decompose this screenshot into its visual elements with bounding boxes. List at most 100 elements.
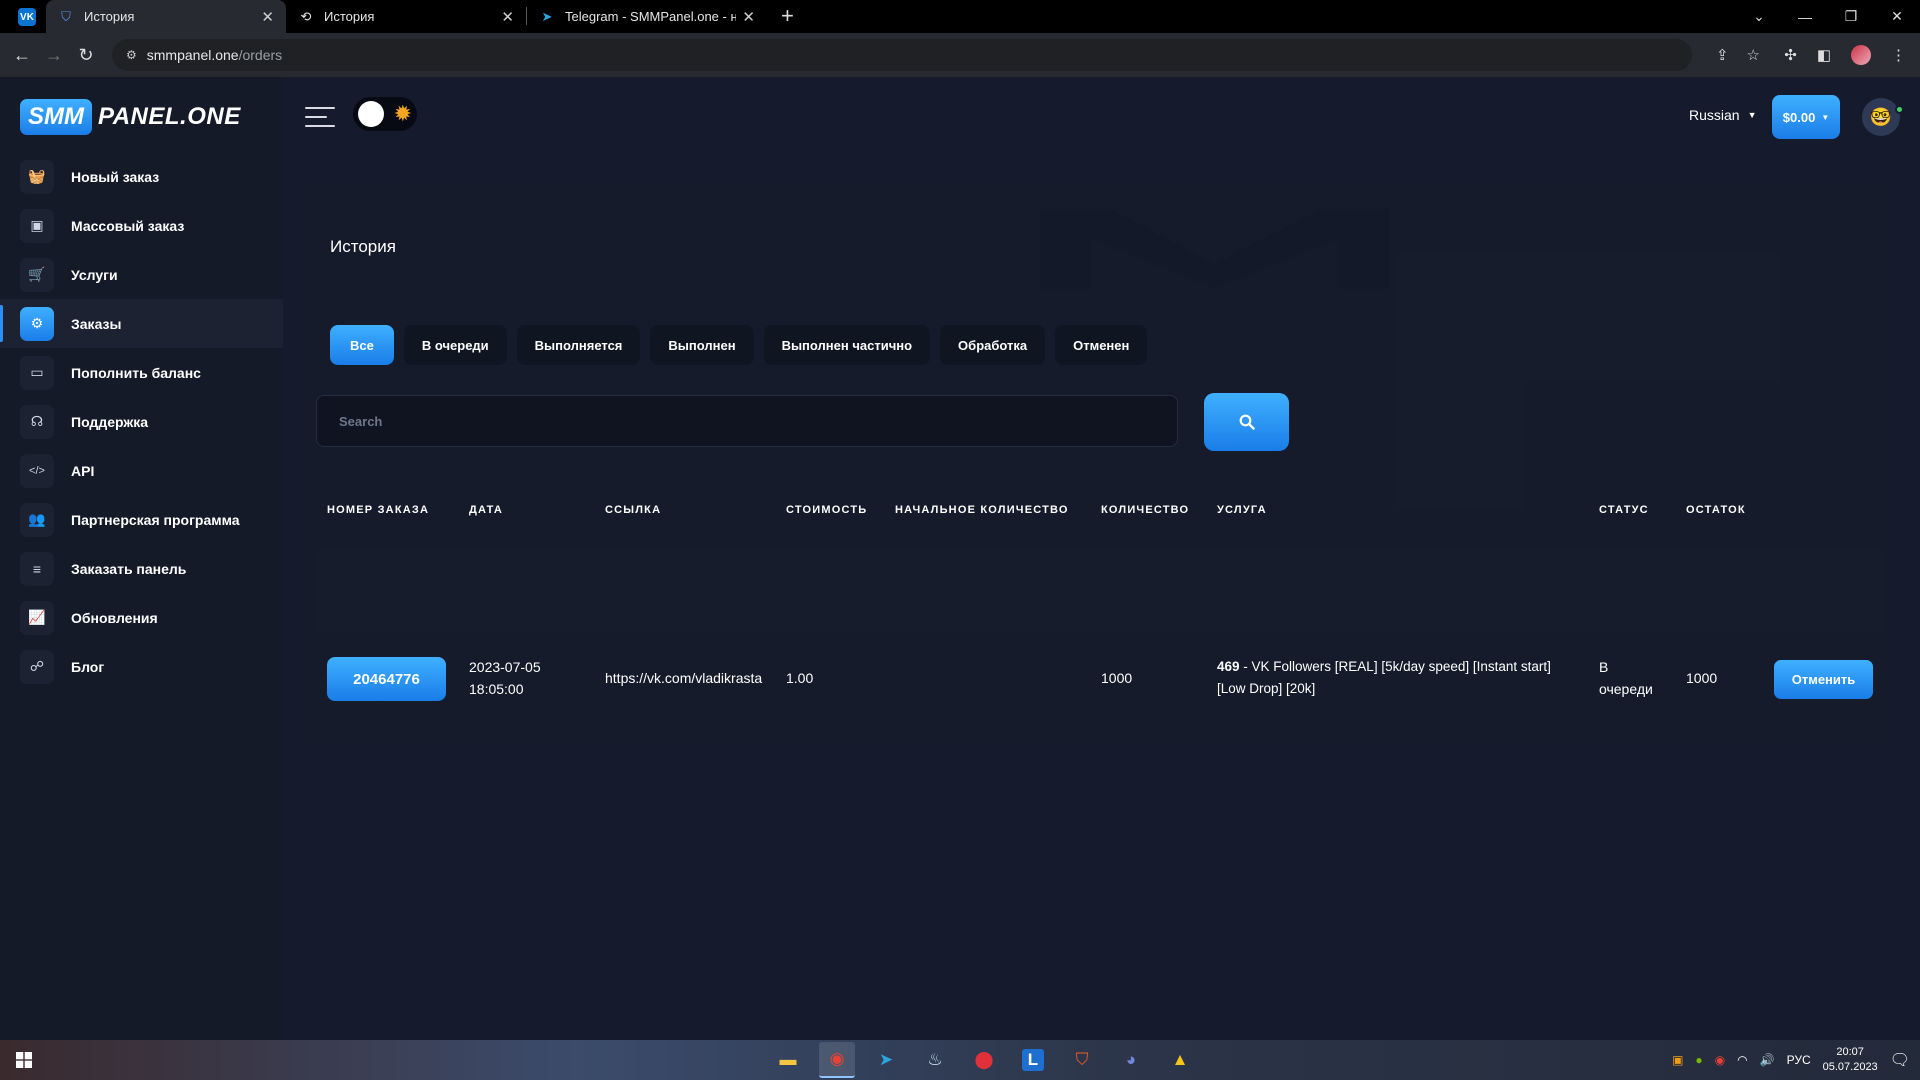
headset-icon: ☊: [20, 404, 54, 439]
windows-start-icon[interactable]: [0, 1052, 48, 1068]
filter-in-progress[interactable]: Выполняется: [516, 325, 641, 365]
bookmark-star-icon[interactable]: ☆: [1747, 46, 1760, 64]
order-status-line-1: В: [1599, 659, 1609, 675]
tray-nvidia-icon[interactable]: ●: [1695, 1053, 1702, 1067]
side-panel-icon[interactable]: ◧: [1817, 46, 1831, 64]
sidebar-item-label: Заказать панель: [71, 560, 187, 577]
page-title: История: [330, 237, 396, 256]
database-icon: ≡: [20, 551, 54, 586]
vk-icon[interactable]: VK: [18, 8, 36, 26]
tab-search-icon[interactable]: ⌄: [1736, 8, 1782, 25]
logo[interactable]: SMM PANEL.ONE: [20, 97, 241, 137]
volume-icon[interactable]: 🔊: [1760, 1053, 1775, 1067]
sidebar-item-orders[interactable]: ⚙ Заказы: [0, 299, 283, 348]
filter-completed[interactable]: Выполнен: [650, 325, 754, 365]
extensions-icon[interactable]: ✣: [1784, 46, 1797, 64]
service-name: - VK Followers [REAL] [5k/day speed] [In…: [1239, 659, 1551, 674]
address-bar[interactable]: ⚙ smmpanel.one/orders: [112, 39, 1692, 71]
menu-kebab-icon[interactable]: ⋮: [1891, 46, 1906, 64]
file-explorer-icon[interactable]: ▬: [770, 1042, 806, 1078]
search-button[interactable]: [1204, 393, 1289, 451]
back-icon[interactable]: ←: [6, 45, 38, 66]
l-app-icon[interactable]: L: [1022, 1049, 1044, 1071]
site-settings-icon[interactable]: ⚙: [126, 48, 137, 62]
restore-icon[interactable]: ❐: [1828, 8, 1874, 25]
profile-avatar-icon[interactable]: [1851, 45, 1871, 65]
order-id-button[interactable]: 20464776: [327, 657, 446, 701]
filter-pending[interactable]: В очереди: [403, 325, 507, 365]
clock-time: 20:07: [1836, 1046, 1864, 1058]
order-link[interactable]: https://vk.com/vladikrasta: [605, 667, 762, 689]
minimize-icon[interactable]: —: [1782, 9, 1828, 25]
red-app-icon[interactable]: ⬤: [966, 1042, 1002, 1078]
window-controls: ⌄ — ❐ ✕: [1736, 0, 1920, 33]
steam-icon[interactable]: ♨: [917, 1042, 953, 1078]
sidebar-item-new-order[interactable]: 🧺 Новый заказ: [0, 152, 283, 201]
theme-toggle[interactable]: ✹: [353, 97, 417, 131]
sidebar-item-affiliate[interactable]: 👥 Партнерская программа: [0, 495, 283, 544]
wifi-icon[interactable]: ◠: [1737, 1053, 1747, 1067]
reload-icon[interactable]: ↻: [70, 45, 102, 66]
sidebar: SMM PANEL.ONE 🧺 Новый заказ ▣ Массовый з…: [0, 77, 283, 1040]
order-cost: 1.00: [786, 670, 814, 686]
input-language[interactable]: РУС: [1787, 1053, 1811, 1067]
history-icon: ⟲: [300, 8, 312, 24]
tray-chrome-icon[interactable]: ◉: [1715, 1053, 1725, 1067]
sidebar-item-label: Пополнить баланс: [71, 364, 201, 381]
order-status: В очереди: [1599, 656, 1653, 700]
tray-app-icon[interactable]: ▣: [1672, 1053, 1683, 1067]
sidebar-item-support[interactable]: ☊ Поддержка: [0, 397, 283, 446]
sidebar-item-updates[interactable]: 📈 Обновления: [0, 593, 283, 642]
clock[interactable]: 20:07 05.07.2023: [1823, 1045, 1878, 1075]
filter-canceled[interactable]: Отменен: [1055, 325, 1148, 365]
th-service: УСЛУГА: [1217, 504, 1267, 516]
close-icon[interactable]: ✕: [501, 8, 514, 26]
language-label: Russian: [1689, 107, 1740, 123]
notifications-icon[interactable]: 🗨: [1890, 1050, 1910, 1070]
feed-icon: ☍: [20, 649, 54, 684]
order-date-time: 18:05:00: [469, 681, 524, 697]
cancel-order-button[interactable]: Отменить: [1774, 660, 1873, 699]
share-icon[interactable]: ⇪: [1716, 46, 1729, 64]
sidebar-item-mass-order[interactable]: ▣ Массовый заказ: [0, 201, 283, 250]
page: SMM PANEL.ONE 🧺 Новый заказ ▣ Массовый з…: [0, 77, 1920, 1040]
sidebar-item-child-panel[interactable]: ≡ Заказать панель: [0, 544, 283, 593]
hamburger-menu-icon[interactable]: [305, 107, 335, 127]
th-quantity: КОЛИЧЕСТВО: [1101, 504, 1190, 516]
shield-app-icon[interactable]: ⛉: [1064, 1042, 1100, 1078]
basket-icon: 🧺: [20, 159, 54, 194]
close-window-icon[interactable]: ✕: [1874, 8, 1920, 25]
sidebar-item-label: Блог: [71, 658, 105, 675]
filter-all[interactable]: Все: [330, 325, 394, 365]
close-icon[interactable]: ✕: [261, 8, 274, 26]
caret-down-icon: ▼: [1821, 112, 1830, 122]
browser-tab-1[interactable]: ⛉ История ✕: [46, 0, 286, 33]
forward-icon[interactable]: →: [38, 45, 70, 66]
sidebar-item-api[interactable]: </> API: [0, 446, 283, 495]
browser-tab-2[interactable]: ⟲ История ✕: [286, 0, 526, 33]
close-icon[interactable]: ✕: [742, 8, 755, 26]
new-tab-icon[interactable]: +: [781, 3, 794, 29]
chrome-icon[interactable]: ◉: [819, 1042, 855, 1078]
sidebar-item-services[interactable]: 🛒 Услуги: [0, 250, 283, 299]
discord-icon[interactable]: ◕: [1113, 1042, 1149, 1078]
sidebar-item-blog[interactable]: ☍ Блог: [0, 642, 283, 691]
tab-title: История: [324, 9, 375, 24]
th-start-count: НАЧАЛЬНОЕ КОЛИЧЕСТВО: [895, 504, 1069, 516]
th-link: ССЫЛКА: [605, 504, 662, 516]
order-status-line-2: очереди: [1599, 681, 1653, 697]
order-remains: 1000: [1686, 670, 1718, 686]
search-input[interactable]: [339, 413, 1177, 429]
sidebar-item-label: Услуги: [71, 266, 118, 283]
filter-partial[interactable]: Выполнен частично: [763, 325, 931, 365]
browser-tab-3[interactable]: ➤ Telegram - SMMPanel.one - накр ✕: [527, 0, 767, 33]
telegram-icon[interactable]: ➤: [868, 1042, 904, 1078]
warning-app-icon[interactable]: ▲: [1162, 1042, 1198, 1078]
sidebar-item-label: API: [71, 462, 95, 479]
filter-processing[interactable]: Обработка: [940, 325, 1046, 365]
browser-tab-bar: VK ⛉ История ✕ ⟲ История ✕ ➤ Telegram - …: [0, 0, 1920, 33]
language-dropdown[interactable]: Russian ▼: [1689, 107, 1757, 123]
balance-button[interactable]: $0.00 ▼: [1772, 95, 1840, 139]
user-avatar[interactable]: 🤓: [1862, 98, 1900, 136]
sidebar-item-add-funds[interactable]: ▭ Пополнить баланс: [0, 348, 283, 397]
